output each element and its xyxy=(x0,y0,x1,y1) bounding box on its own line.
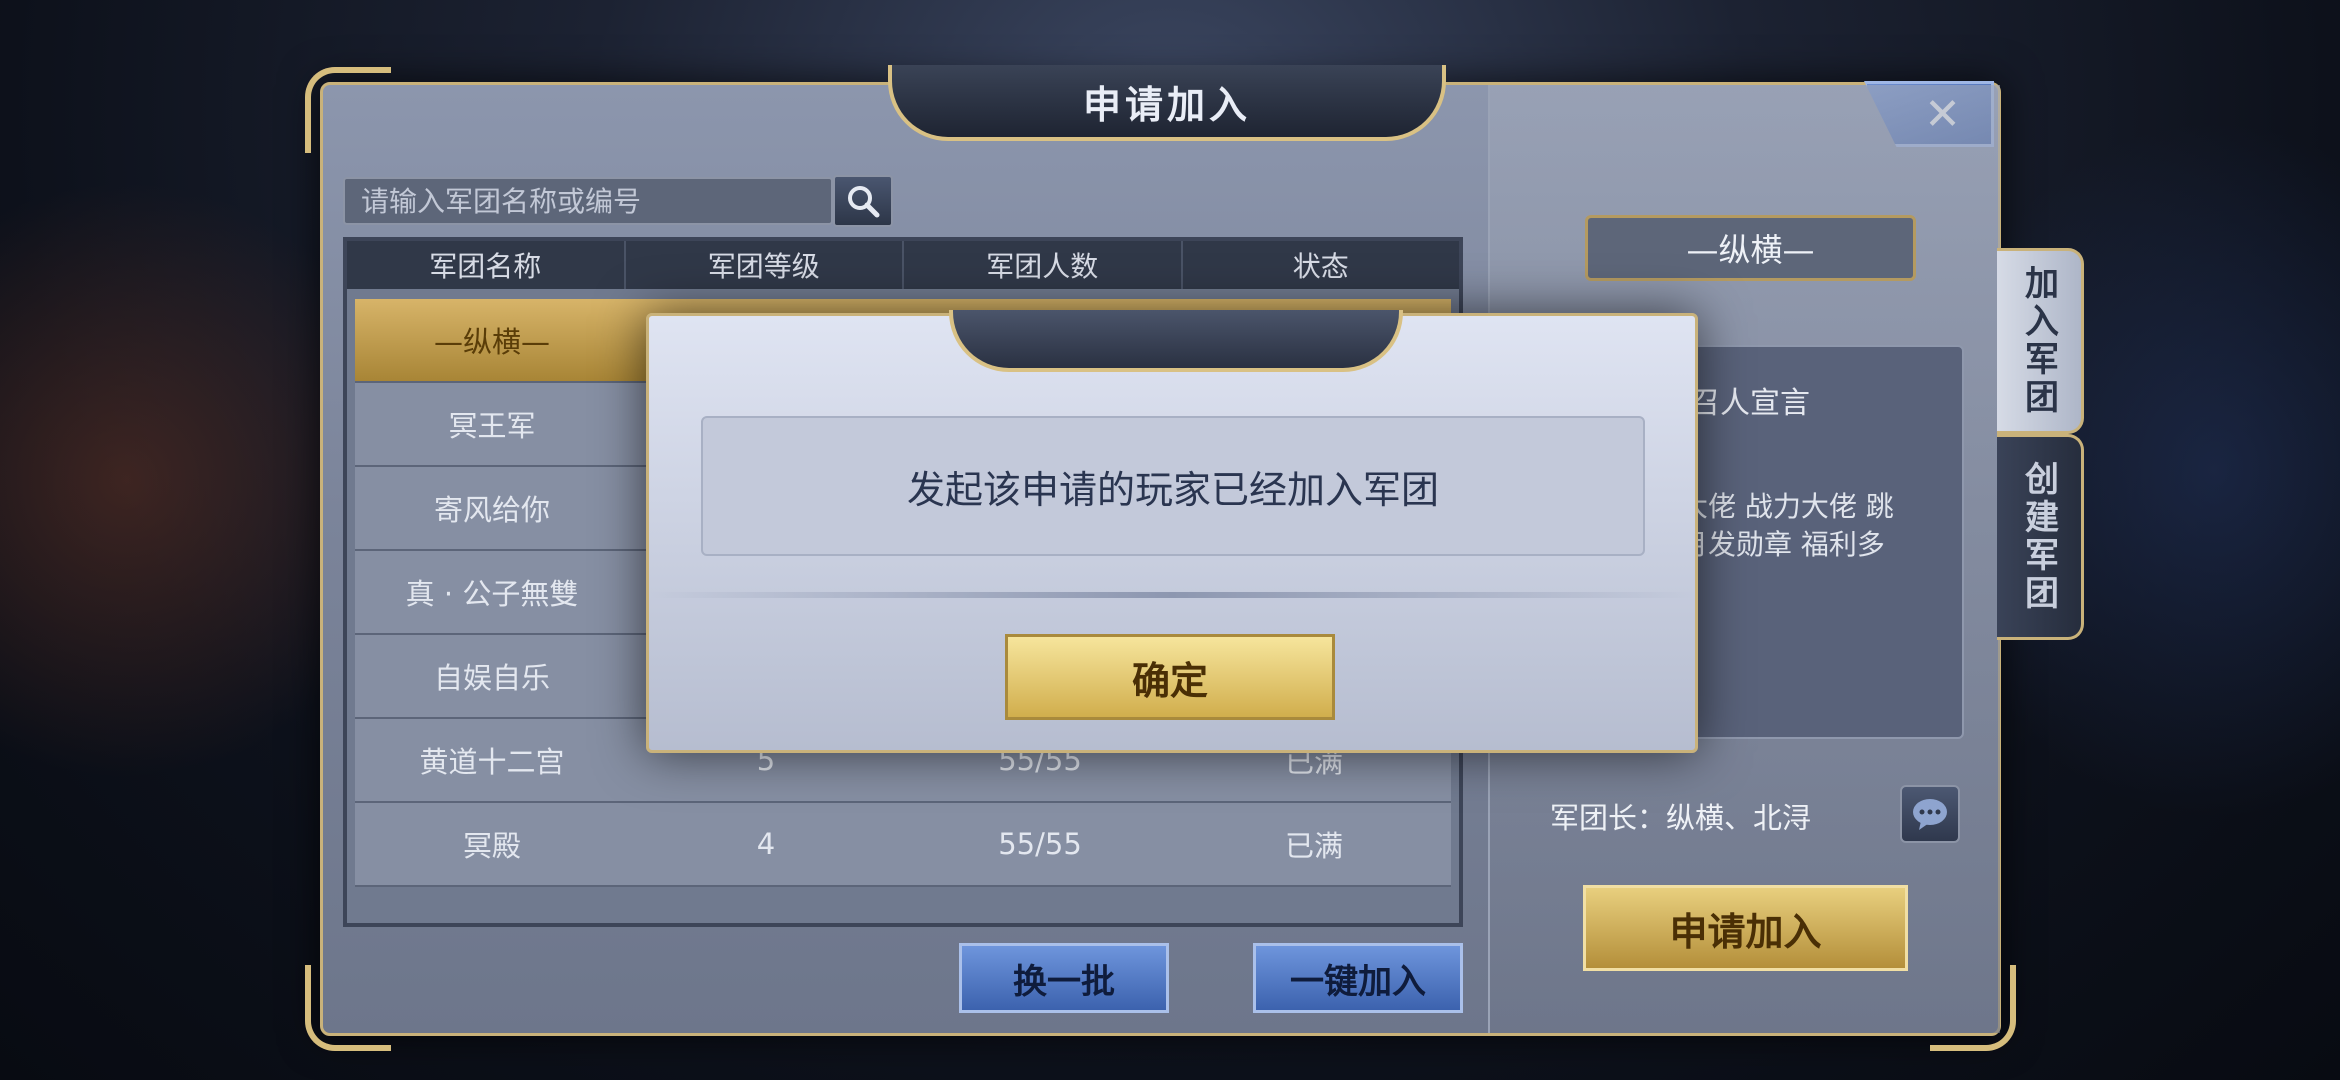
window-title: 申请加入 xyxy=(1082,82,1251,127)
window-corner-ornament xyxy=(305,965,391,1051)
cell-members: 55/55 xyxy=(998,827,1082,861)
column-header-members: 军团人数 xyxy=(904,241,1183,289)
tab-create-legion-label: 创建军团 xyxy=(2018,461,2059,613)
tab-join-legion[interactable]: 加入军团 xyxy=(1997,248,2084,434)
column-header-name: 军团名称 xyxy=(347,241,626,289)
cell-name: 黄道十二宫 xyxy=(419,745,565,779)
quick-join-button[interactable]: 一键加入 xyxy=(1253,943,1463,1013)
legion-leader: 军团长：纵横、北浔 xyxy=(1550,801,1812,835)
search-button[interactable] xyxy=(833,175,893,227)
confirm-button[interactable]: 确定 xyxy=(1005,634,1335,720)
table-header: 军团名称 军团等级 军团人数 状态 xyxy=(347,241,1459,289)
refresh-button[interactable]: 换一批 xyxy=(959,943,1169,1013)
cell-name: 冥王军 xyxy=(448,409,536,443)
window-corner-ornament xyxy=(305,67,391,153)
declaration-text: 大佬 战力大佬 跳 月发勋章 福利多 xyxy=(1680,490,1894,561)
dialog-message-box: 发起该申请的玩家已经加入军团 xyxy=(701,416,1645,556)
cell-name: —纵横— xyxy=(433,325,550,359)
legion-name-plate: —纵横— xyxy=(1585,215,1916,281)
apply-join-button-label: 申请加入 xyxy=(1669,909,1822,954)
search-input[interactable] xyxy=(345,179,831,223)
search-icon xyxy=(848,186,880,218)
tab-join-legion-label: 加入军团 xyxy=(2018,265,2059,417)
legion-name: —纵横— xyxy=(1686,231,1815,269)
cell-name: 自娱自乐 xyxy=(433,661,550,695)
cell-name: 真 · 公子無雙 xyxy=(405,577,579,611)
column-header-level: 军团等级 xyxy=(626,241,904,289)
cell-level: 4 xyxy=(756,827,776,861)
tab-create-legion[interactable]: 创建军团 xyxy=(1997,434,2084,640)
refresh-button-label: 换一批 xyxy=(1013,961,1115,1002)
table-row[interactable]: 冥殿 4 55/55 已满 xyxy=(355,803,1451,887)
dialog-divider xyxy=(649,592,1695,598)
cell-name: 冥殿 xyxy=(462,829,521,863)
dialog-title-ornament xyxy=(949,310,1403,372)
search-field[interactable] xyxy=(343,177,833,225)
declaration-title: 召人宣言 xyxy=(1690,386,1810,421)
column-header-status: 状态 xyxy=(1292,250,1349,283)
cell-name: 寄风给你 xyxy=(433,493,550,527)
dialog-message: 发起该申请的玩家已经加入军团 xyxy=(906,467,1439,512)
confirm-button-label: 确定 xyxy=(1131,658,1208,703)
quick-join-button-label: 一键加入 xyxy=(1290,961,1426,1002)
cell-status: 已满 xyxy=(1284,829,1343,863)
chat-button[interactable] xyxy=(1900,785,1960,843)
window-title-plate: 申请加入 xyxy=(888,65,1446,141)
notice-dialog: 发起该申请的玩家已经加入军团 确定 xyxy=(646,310,1698,753)
apply-join-button[interactable]: 申请加入 xyxy=(1583,885,1908,971)
chat-bubble-icon xyxy=(1913,799,1947,830)
